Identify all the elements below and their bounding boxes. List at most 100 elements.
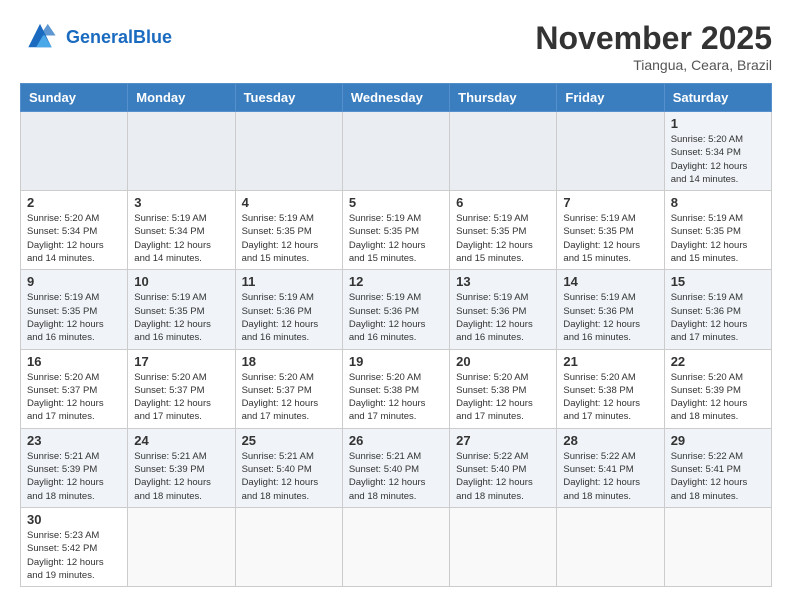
calendar-day-cell: [128, 507, 235, 586]
logo-text: GeneralBlue: [66, 28, 172, 48]
calendar-day-cell: [450, 507, 557, 586]
day-number: 24: [134, 433, 228, 448]
day-number: 26: [349, 433, 443, 448]
calendar-day-cell: [128, 112, 235, 191]
month-title: November 2025: [535, 20, 772, 57]
calendar-day-cell: 30Sunrise: 5:23 AM Sunset: 5:42 PM Dayli…: [21, 507, 128, 586]
calendar-week-row: 2 Sunrise: 5:20 AM Sunset: 5:34 PM Daylig…: [21, 191, 772, 270]
weekday-header-monday: Monday: [128, 84, 235, 112]
calendar-day-cell: 4Sunrise: 5:19 AM Sunset: 5:35 PM Daylig…: [235, 191, 342, 270]
day-number: 13: [456, 274, 550, 289]
calendar-table: SundayMondayTuesdayWednesdayThursdayFrid…: [20, 83, 772, 587]
day-number: 29: [671, 433, 765, 448]
day-info: Sunrise: 5:20 AM Sunset: 5:39 PM Dayligh…: [671, 371, 765, 424]
day-info: Sunrise: 5:19 AM Sunset: 5:35 PM Dayligh…: [134, 291, 228, 344]
calendar-day-cell: [557, 112, 664, 191]
calendar-day-cell: 14Sunrise: 5:19 AM Sunset: 5:36 PM Dayli…: [557, 270, 664, 349]
day-info: Sunrise: 5:22 AM Sunset: 5:41 PM Dayligh…: [671, 450, 765, 503]
day-number: 15: [671, 274, 765, 289]
day-number: 2: [27, 195, 121, 210]
weekday-header-tuesday: Tuesday: [235, 84, 342, 112]
day-info: Sunrise: 5:20 AM Sunset: 5:37 PM Dayligh…: [242, 371, 336, 424]
calendar-day-cell: 27Sunrise: 5:22 AM Sunset: 5:40 PM Dayli…: [450, 428, 557, 507]
calendar-day-cell: 10Sunrise: 5:19 AM Sunset: 5:35 PM Dayli…: [128, 270, 235, 349]
weekday-header-row: SundayMondayTuesdayWednesdayThursdayFrid…: [21, 84, 772, 112]
calendar-week-row: 30Sunrise: 5:23 AM Sunset: 5:42 PM Dayli…: [21, 507, 772, 586]
day-info: Sunrise: 5:23 AM Sunset: 5:42 PM Dayligh…: [27, 529, 121, 582]
calendar-day-cell: [235, 507, 342, 586]
day-number: 6: [456, 195, 550, 210]
calendar-day-cell: [664, 507, 771, 586]
day-number: 28: [563, 433, 657, 448]
day-number: 20: [456, 354, 550, 369]
day-number: 19: [349, 354, 443, 369]
day-info: Sunrise: 5:19 AM Sunset: 5:35 PM Dayligh…: [671, 212, 765, 265]
day-number: 23: [27, 433, 121, 448]
day-number: 5: [349, 195, 443, 210]
day-number: 8: [671, 195, 765, 210]
calendar-day-cell: 3 Sunrise: 5:19 AM Sunset: 5:34 PM Daylig…: [128, 191, 235, 270]
day-number: 22: [671, 354, 765, 369]
calendar-day-cell: 9 Sunrise: 5:19 AM Sunset: 5:35 PM Daylig…: [21, 270, 128, 349]
calendar-day-cell: 22 Sunrise: 5:20 AM Sunset: 5:39 PM Dayli…: [664, 349, 771, 428]
calendar-day-cell: 13Sunrise: 5:19 AM Sunset: 5:36 PM Dayli…: [450, 270, 557, 349]
calendar-day-cell: 18 Sunrise: 5:20 AM Sunset: 5:37 PM Dayli…: [235, 349, 342, 428]
day-info: Sunrise: 5:19 AM Sunset: 5:36 PM Dayligh…: [242, 291, 336, 344]
day-info: Sunrise: 5:21 AM Sunset: 5:39 PM Dayligh…: [134, 450, 228, 503]
logo: GeneralBlue: [20, 20, 172, 55]
day-info: Sunrise: 5:22 AM Sunset: 5:41 PM Dayligh…: [563, 450, 657, 503]
day-info: Sunrise: 5:21 AM Sunset: 5:39 PM Dayligh…: [27, 450, 121, 503]
day-info: Sunrise: 5:19 AM Sunset: 5:36 PM Dayligh…: [349, 291, 443, 344]
day-number: 25: [242, 433, 336, 448]
calendar-day-cell: [342, 507, 449, 586]
day-number: 18: [242, 354, 336, 369]
weekday-header-wednesday: Wednesday: [342, 84, 449, 112]
title-block: November 2025 Tiangua, Ceara, Brazil: [535, 20, 772, 73]
page-header: GeneralBlue November 2025 Tiangua, Ceara…: [20, 20, 772, 73]
day-number: 11: [242, 274, 336, 289]
calendar-day-cell: [557, 507, 664, 586]
logo-icon: [20, 20, 60, 55]
calendar-day-cell: [450, 112, 557, 191]
day-number: 7: [563, 195, 657, 210]
calendar-day-cell: 15 Sunrise: 5:19 AM Sunset: 5:36 PM Dayli…: [664, 270, 771, 349]
day-info: Sunrise: 5:19 AM Sunset: 5:34 PM Dayligh…: [134, 212, 228, 265]
calendar-day-cell: 12Sunrise: 5:19 AM Sunset: 5:36 PM Dayli…: [342, 270, 449, 349]
calendar-week-row: 1 Sunrise: 5:20 AM Sunset: 5:34 PM Daylig…: [21, 112, 772, 191]
day-info: Sunrise: 5:19 AM Sunset: 5:36 PM Dayligh…: [671, 291, 765, 344]
calendar-day-cell: 24 Sunrise: 5:21 AM Sunset: 5:39 PM Dayli…: [128, 428, 235, 507]
calendar-day-cell: 11 Sunrise: 5:19 AM Sunset: 5:36 PM Dayli…: [235, 270, 342, 349]
day-info: Sunrise: 5:19 AM Sunset: 5:35 PM Dayligh…: [563, 212, 657, 265]
calendar-week-row: 9 Sunrise: 5:19 AM Sunset: 5:35 PM Daylig…: [21, 270, 772, 349]
calendar-day-cell: 26Sunrise: 5:21 AM Sunset: 5:40 PM Dayli…: [342, 428, 449, 507]
weekday-header-friday: Friday: [557, 84, 664, 112]
weekday-header-sunday: Sunday: [21, 84, 128, 112]
calendar-week-row: 16Sunrise: 5:20 AM Sunset: 5:37 PM Dayli…: [21, 349, 772, 428]
day-number: 21: [563, 354, 657, 369]
day-info: Sunrise: 5:20 AM Sunset: 5:38 PM Dayligh…: [349, 371, 443, 424]
day-info: Sunrise: 5:20 AM Sunset: 5:34 PM Dayligh…: [27, 212, 121, 265]
calendar-day-cell: 19 Sunrise: 5:20 AM Sunset: 5:38 PM Dayli…: [342, 349, 449, 428]
calendar-day-cell: 25 Sunrise: 5:21 AM Sunset: 5:40 PM Dayli…: [235, 428, 342, 507]
day-info: Sunrise: 5:19 AM Sunset: 5:35 PM Dayligh…: [27, 291, 121, 344]
calendar-day-cell: 1 Sunrise: 5:20 AM Sunset: 5:34 PM Daylig…: [664, 112, 771, 191]
day-number: 17: [134, 354, 228, 369]
day-number: 9: [27, 274, 121, 289]
calendar-day-cell: 16Sunrise: 5:20 AM Sunset: 5:37 PM Dayli…: [21, 349, 128, 428]
day-number: 14: [563, 274, 657, 289]
calendar-day-cell: 28 Sunrise: 5:22 AM Sunset: 5:41 PM Dayli…: [557, 428, 664, 507]
location: Tiangua, Ceara, Brazil: [535, 57, 772, 73]
calendar-day-cell: [21, 112, 128, 191]
calendar-day-cell: [235, 112, 342, 191]
day-info: Sunrise: 5:21 AM Sunset: 5:40 PM Dayligh…: [242, 450, 336, 503]
day-number: 1: [671, 116, 765, 131]
calendar-day-cell: 17Sunrise: 5:20 AM Sunset: 5:37 PM Dayli…: [128, 349, 235, 428]
calendar-week-row: 23 Sunrise: 5:21 AM Sunset: 5:39 PM Dayli…: [21, 428, 772, 507]
calendar-day-cell: 21 Sunrise: 5:20 AM Sunset: 5:38 PM Dayli…: [557, 349, 664, 428]
calendar-day-cell: 23 Sunrise: 5:21 AM Sunset: 5:39 PM Dayli…: [21, 428, 128, 507]
day-info: Sunrise: 5:20 AM Sunset: 5:34 PM Dayligh…: [671, 133, 765, 186]
day-info: Sunrise: 5:20 AM Sunset: 5:38 PM Dayligh…: [456, 371, 550, 424]
day-number: 3: [134, 195, 228, 210]
day-info: Sunrise: 5:22 AM Sunset: 5:40 PM Dayligh…: [456, 450, 550, 503]
day-info: Sunrise: 5:20 AM Sunset: 5:38 PM Dayligh…: [563, 371, 657, 424]
